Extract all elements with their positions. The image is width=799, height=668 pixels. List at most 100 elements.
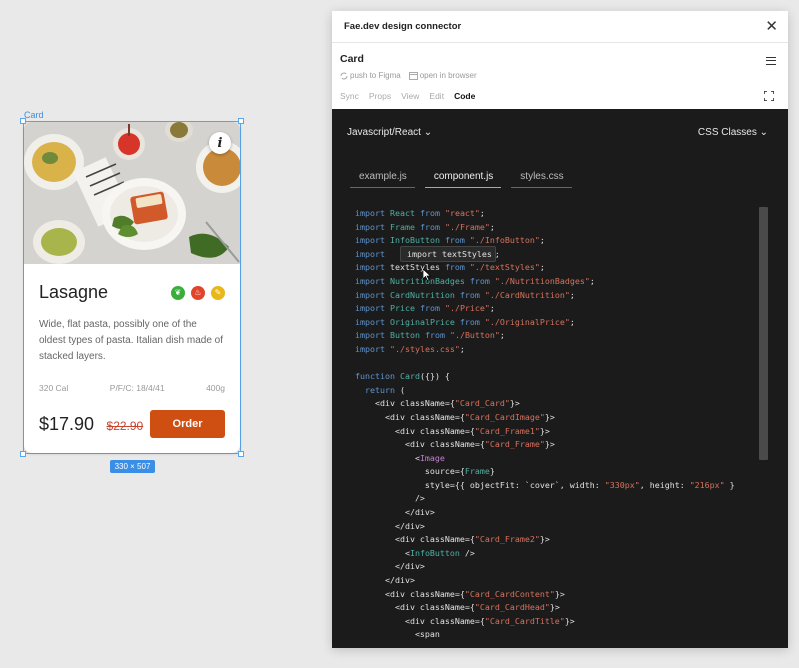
- framework-select[interactable]: Javascript/React ⌄: [347, 127, 432, 138]
- panel-actions: push to Figma open in browser: [340, 71, 776, 80]
- code-token: import: [355, 262, 385, 273]
- code-block[interactable]: import React from "react"; import Frame f…: [355, 207, 758, 642]
- code-token: "./CardNutrition": [484, 289, 570, 300]
- code-line: <div className={"Card_CardContent"}>: [355, 588, 758, 602]
- code-line: <div className={"Card_Card"}>: [355, 397, 758, 411]
- code-line: import Frame from "./Frame";: [355, 221, 758, 235]
- code-line: import NutritionBadges from "./Nutrition…: [355, 275, 758, 289]
- code-token: <div className={: [355, 411, 465, 422]
- tab-view[interactable]: View: [401, 91, 419, 101]
- code-token: import: [355, 289, 385, 300]
- mouse-cursor-icon: [423, 269, 431, 281]
- resize-handle-top-left[interactable]: [20, 118, 26, 124]
- resize-handle-bottom-left[interactable]: [20, 451, 26, 457]
- code-token: <div className={: [355, 615, 485, 626]
- tab-code[interactable]: Code: [454, 91, 475, 101]
- push-to-figma-label: push to Figma: [350, 71, 401, 80]
- code-token: Frame: [389, 221, 415, 232]
- tab-edit[interactable]: Edit: [429, 91, 444, 101]
- file-tab-styles[interactable]: styles.css: [511, 171, 572, 188]
- push-to-figma-link[interactable]: push to Figma: [340, 71, 401, 80]
- code-token: </div>: [355, 561, 425, 572]
- code-token: "./NutritionBadges": [494, 275, 590, 286]
- code-token: }: [489, 466, 495, 477]
- code-area: Javascript/React ⌄ CSS Classes ⌄ example…: [332, 109, 788, 648]
- code-line: <div className={"Card_Frame"}>: [355, 438, 758, 452]
- code-token: from: [469, 275, 490, 286]
- code-token: style={{ objectFit: `cover`, width:: [355, 479, 605, 490]
- size-badge: 330 × 507: [110, 460, 155, 473]
- code-token: <: [355, 547, 410, 558]
- frame-label[interactable]: Card: [24, 110, 44, 120]
- open-in-browser-link[interactable]: open in browser: [408, 71, 477, 80]
- code-line: import "./styles.css";: [355, 343, 758, 357]
- code-token: }>: [549, 602, 560, 613]
- code-token: from: [419, 208, 440, 218]
- code-line: <span: [355, 628, 758, 642]
- calories: 320 Cal: [39, 383, 69, 393]
- file-tab-example[interactable]: example.js: [350, 171, 415, 188]
- code-token: InfoButton: [409, 547, 460, 558]
- code-line: import OriginalPrice from "./OriginalPri…: [355, 316, 758, 330]
- code-line: import React from "react";: [355, 207, 758, 221]
- card-content: Lasagne ❦ ♨ ✎ Wide, flat pasta, possibly…: [24, 264, 240, 438]
- code-token: ;: [489, 221, 495, 232]
- code-token: </div>: [355, 507, 435, 518]
- weight: 400g: [206, 383, 225, 393]
- component-name: Card: [340, 53, 364, 65]
- code-token: "react": [444, 208, 480, 218]
- code-token: from: [419, 303, 440, 314]
- code-token: source={: [355, 466, 465, 477]
- menu-icon[interactable]: [766, 57, 776, 65]
- code-line: <div className={"Card_Frame1"}>: [355, 425, 758, 439]
- browser-icon: [408, 71, 418, 80]
- resize-handle-bottom-right[interactable]: [238, 451, 244, 457]
- close-icon[interactable]: ✕: [765, 19, 778, 34]
- tab-sync[interactable]: Sync: [340, 91, 359, 101]
- code-token: ;: [569, 289, 575, 300]
- open-in-browser-label: open in browser: [419, 71, 477, 80]
- code-token: from: [444, 262, 465, 273]
- code-token: "./styles.css": [389, 343, 460, 354]
- price-group: $17.90 $22.90: [39, 414, 143, 435]
- code-line: />: [355, 492, 758, 506]
- pfc-ratio: P/F/C: 18/4/41: [109, 383, 165, 393]
- card-title: Lasagne: [39, 282, 109, 302]
- code-token: <div className={: [355, 425, 475, 436]
- code-token: <div className={: [355, 588, 465, 599]
- style-select-value: CSS Classes: [697, 127, 757, 138]
- style-select[interactable]: CSS Classes ⌄: [698, 127, 768, 138]
- code-token: ;: [459, 343, 465, 354]
- original-price: $22.90: [106, 418, 144, 433]
- card-description: Wide, flat pasta, possibly one of the ol…: [39, 319, 223, 362]
- code-token: from: [459, 289, 480, 300]
- chevron-down-icon: ⌄: [423, 127, 433, 138]
- panel-titlebar: Fae.dev design connector ✕: [332, 11, 788, 43]
- info-button[interactable]: i: [209, 132, 231, 154]
- code-token: import: [355, 275, 385, 286]
- code-token: }>: [509, 398, 520, 409]
- resize-handle-top-right[interactable]: [238, 118, 244, 124]
- code-token: import: [355, 343, 385, 354]
- tab-props[interactable]: Props: [369, 91, 391, 101]
- code-token: </div>: [355, 520, 425, 531]
- file-tab-component[interactable]: component.js: [424, 171, 502, 188]
- code-token: <: [355, 452, 420, 463]
- order-button[interactable]: Order: [150, 410, 225, 438]
- code-token: (: [394, 384, 405, 395]
- code-line: <Image: [355, 452, 758, 466]
- code-token: from: [419, 221, 440, 232]
- code-token: }>: [539, 425, 550, 436]
- chevron-down-icon: ⌄: [759, 127, 768, 138]
- card[interactable]: i Lasagne ❦ ♨ ✎ Wide, flat pasta, possib…: [24, 122, 240, 453]
- code-scrollbar[interactable]: [759, 207, 768, 460]
- expand-icon[interactable]: [764, 91, 774, 101]
- autocomplete-tooltip[interactable]: import textStyles: [400, 246, 496, 262]
- card-frame-selection[interactable]: i Lasagne ❦ ♨ ✎ Wide, flat pasta, possib…: [20, 118, 244, 457]
- design-connector-panel: Fae.dev design connector ✕ Card push to …: [332, 11, 788, 648]
- sync-icon: [340, 72, 348, 79]
- code-token: "./OriginalPrice": [484, 316, 570, 327]
- code-token: InfoButton: [389, 235, 440, 246]
- code-token: "./Frame": [444, 221, 490, 232]
